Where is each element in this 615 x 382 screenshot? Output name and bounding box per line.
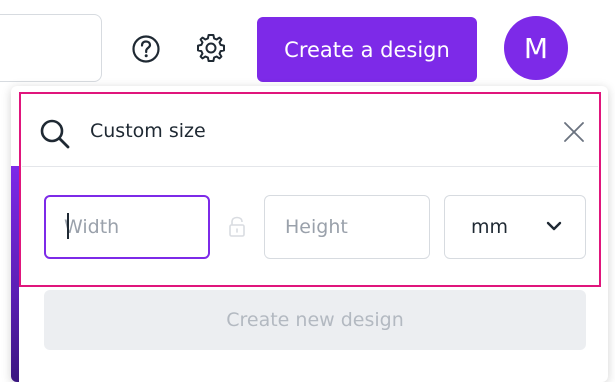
search-icon [40,119,70,149]
height-input[interactable] [264,195,430,259]
custom-size-row: mm [22,167,598,285]
create-design-button[interactable]: Create a design [257,17,477,82]
unit-select[interactable]: mm [444,195,586,259]
background-strip [11,166,19,382]
question-circle-icon [132,35,160,63]
settings-button[interactable] [192,29,230,67]
unit-select-value: mm [471,216,509,238]
help-button[interactable] [128,31,164,67]
custom-size-search-row [22,95,598,167]
page: Create a design M mm [0,0,615,382]
create-new-design-button[interactable]: Create new design [44,290,586,350]
chevron-down-icon [546,221,562,231]
gear-icon [197,34,225,62]
close-icon[interactable] [562,120,586,144]
lock-icon[interactable] [227,215,247,239]
header-search-box[interactable] [0,14,102,82]
text-cursor [67,213,69,239]
avatar[interactable]: M [504,16,568,80]
design-search-input[interactable] [90,113,520,149]
